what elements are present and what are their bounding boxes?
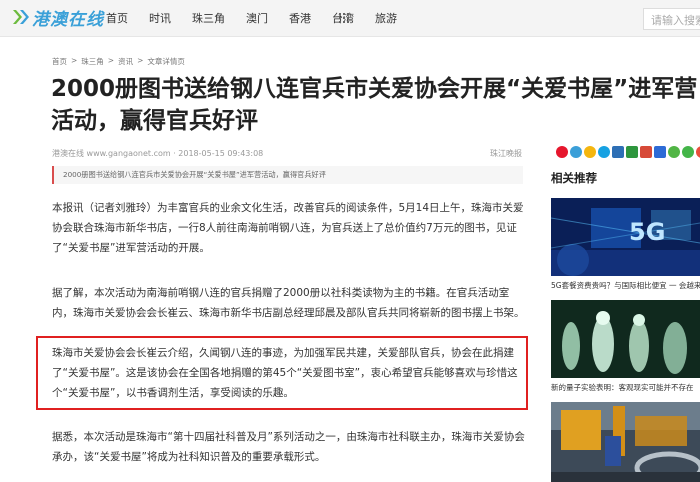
- article-source: 珠江晚报: [490, 149, 522, 158]
- breadcrumb-separator: >: [71, 56, 78, 65]
- article-paragraph-1: 本报讯（记者刘雅玲）为丰富官兵的业余文化生活，改善官兵的阅读条件，5月14日上午…: [52, 202, 524, 254]
- article-summary: 2000册图书送给钢八连官兵市关爱协会开展“关爱书屋”进军营活动，赢得官兵好评: [52, 166, 523, 184]
- thumb-quantum-image[interactable]: [551, 300, 700, 378]
- more-share-icon[interactable]: [696, 146, 700, 158]
- qq-share-icon[interactable]: [598, 146, 610, 158]
- breadcrumb-separator: >: [137, 56, 144, 65]
- logo-text: 港澳在线: [32, 9, 104, 30]
- baidu-share-icon[interactable]: [654, 146, 666, 158]
- breadcrumb: 首页 > 珠三角 > 资讯 > 文章详情页: [52, 56, 189, 67]
- sidebar-item-caption[interactable]: 5G套餐资费贵吗？与国际相比便宜 一 会越来越便宜: [551, 280, 700, 291]
- search-input[interactable]: [644, 11, 700, 30]
- top-nav-bar: 港澳在线 首页 时讯 珠三角 澳门 香港 台湾 旅游: [0, 0, 700, 37]
- breadcrumb-separator: >: [107, 56, 115, 65]
- renren-share-icon[interactable]: [612, 146, 624, 158]
- article-title-line2: 活动，赢得官兵好评: [51, 108, 258, 134]
- article-meta: 港澳在线 www.gangaonet.com · 2018-05-15 09:4…: [52, 148, 522, 159]
- breadcrumb-item-home[interactable]: 首页: [52, 56, 67, 67]
- share-bar: [556, 146, 700, 158]
- thumb-5g-image[interactable]: 5G: [551, 198, 700, 276]
- article-title: 2000册图书送给钢八连官兵市关爱协会开展“关爱书屋”进军营 活动，赢得官兵好评: [51, 73, 700, 137]
- nav-item-hongkong[interactable]: 香港: [289, 10, 311, 26]
- search-box: [643, 8, 700, 30]
- site-logo[interactable]: 港澳在线: [10, 6, 104, 30]
- svg-text:5G: 5G: [629, 218, 665, 246]
- nav-item-home[interactable]: 首页: [106, 10, 128, 26]
- breadcrumb-item-news[interactable]: 资讯: [118, 56, 133, 67]
- article-paragraph-3: 珠海市关爱协会会长崔云介绍，久闻钢八连的事迹，为加强军民共建，关爱部队官兵，协会…: [52, 347, 518, 399]
- nav-item-travel[interactable]: 旅游: [375, 10, 397, 26]
- article-title-line1: 2000册图书送给钢八连官兵市关爱协会开展“关爱书屋”进军营: [51, 76, 698, 102]
- thumb-factory-image[interactable]: [551, 402, 700, 482]
- nav-item-news[interactable]: 时讯: [149, 10, 171, 26]
- breadcrumb-item-prd[interactable]: 珠三角: [81, 56, 104, 67]
- evernote-share-icon[interactable]: [668, 146, 680, 158]
- main-nav: 首页 时讯 珠三角 澳门 香港 台湾 旅游: [106, 0, 418, 36]
- breadcrumb-item-current: 文章详情页: [147, 57, 185, 66]
- sidebar-title: 相关推荐: [551, 171, 597, 185]
- sidebar-item-caption[interactable]: 新的量子实验表明：客观现实可能并不存在: [551, 382, 700, 393]
- article-paragraph-2: 据了解，本次活动为南海前哨钢八连的官兵捐赠了2000册以社科类读物为主的书籍。在…: [52, 287, 525, 319]
- logo-mark-icon: [13, 10, 29, 24]
- article-paragraph-4: 据悉，本次活动是珠海市“第十四届社科普及月”系列活动之一，由珠海市社科联主办，珠…: [52, 431, 525, 463]
- article-site-date: 港澳在线 www.gangaonet.com · 2018-05-15 09:4…: [52, 149, 264, 158]
- wechat-share-icon[interactable]: [682, 146, 694, 158]
- weibo-share-icon[interactable]: [556, 146, 568, 158]
- grid-menu-icon[interactable]: [339, 13, 349, 23]
- qzone-share-icon[interactable]: [584, 146, 596, 158]
- nav-item-macau[interactable]: 澳门: [246, 10, 268, 26]
- douban-share-icon[interactable]: [626, 146, 638, 158]
- nav-item-prd[interactable]: 珠三角: [192, 10, 225, 26]
- kaixin-share-icon[interactable]: [640, 146, 652, 158]
- tencent-weibo-share-icon[interactable]: [570, 146, 582, 158]
